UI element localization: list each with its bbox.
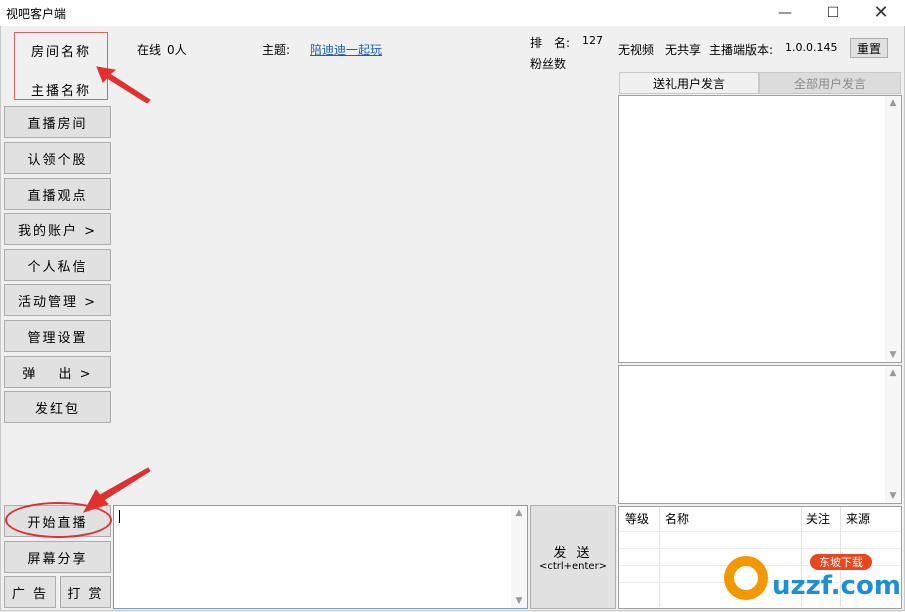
all-messages-panel[interactable]: ▲ ▼ [618,365,902,504]
nav-button-management-settings[interactable]: 管理设置 [4,320,111,352]
window-title: 视吧客户端 [6,7,67,21]
send-label: 发 送 [553,546,593,561]
room-name[interactable]: 房间名称 [15,41,107,60]
share-status: 无共享 [665,43,702,57]
room-info-box: 房间名称 主播名称 [14,32,108,100]
col-header-name[interactable]: 名称 [665,510,689,527]
svg-text:东坡下载: 东坡下载 [819,556,863,569]
minimize-icon[interactable]: — [762,0,808,26]
scrollbar[interactable]: ▲ ▼ [885,366,901,503]
col-header-source[interactable]: 来源 [846,510,870,527]
nav-button-my-account[interactable]: 我的账户 > [4,213,111,245]
send-shortcut: <ctrl+enter> [538,561,608,572]
video-status: 无视频 [618,43,655,57]
annotation-arrow-bottom [82,467,151,513]
send-button[interactable]: 发 送 <ctrl+enter> [530,505,616,609]
host-name[interactable]: 主播名称 [15,80,107,99]
maximize-icon[interactable]: ☐ [810,0,856,26]
scrollbar[interactable]: ▲ ▼ [885,96,901,362]
scroll-down-icon[interactable]: ▼ [885,489,901,503]
online-label: 在线 [137,43,162,57]
tab-all-users[interactable]: 全部用户发言 [759,72,901,94]
message-input[interactable]: ▲ ▼ [113,505,528,609]
host-version-value: 1.0.0.145 [785,41,838,54]
fans-label: 粉丝数 [530,57,567,71]
nav-button-claim-stock[interactable]: 认领个股 [4,142,111,174]
nav-button-popout[interactable]: 弹 出 > [4,356,111,388]
scroll-up-icon[interactable]: ▲ [885,96,901,110]
topic-label: 主题: [262,43,291,57]
ads-button[interactable]: 广 告 [4,576,56,608]
nav-button-red-packet[interactable]: 发红包 [4,391,111,423]
nav-button-event-management[interactable]: 活动管理 > [4,284,111,316]
col-header-level[interactable]: 等级 [625,510,649,527]
title-bar: 视吧客户端 — ☐ ✕ [0,0,905,27]
reset-button[interactable]: 重置 [850,38,888,58]
tab-gift-users[interactable]: 送礼用户发言 [619,72,759,94]
scroll-up-icon[interactable]: ▲ [511,506,527,520]
nav-button-live-views[interactable]: 直播观点 [4,178,111,210]
nav-button-live-room[interactable]: 直播房间 [4,106,111,138]
rank-label: 排 名: [530,36,571,50]
nav-button-private-messages[interactable]: 个人私信 [4,249,111,281]
col-header-follow[interactable]: 关注 [806,510,830,527]
row-divider [619,531,901,532]
host-version-label: 主播端版本: [709,43,774,57]
online-count: 0人 [167,43,187,57]
watermark-logo: 东坡下载 uzzf.com [724,554,900,601]
annotation-arrow-top [96,66,151,104]
scroll-down-icon[interactable]: ▼ [885,348,901,362]
scrollbar[interactable]: ▲ ▼ [511,506,527,608]
svg-text:uzzf.com: uzzf.com [772,571,900,601]
scroll-up-icon[interactable]: ▲ [885,366,901,380]
gift-messages-panel[interactable]: ▲ ▼ [618,95,902,363]
close-icon[interactable]: ✕ [858,0,904,26]
scroll-down-icon[interactable]: ▼ [511,594,527,608]
reward-button[interactable]: 打 赏 [60,576,111,608]
column-divider [659,507,660,607]
screen-share-button[interactable]: 屏幕分享 [4,541,111,573]
rank-value: 127 [582,34,603,47]
topic-link[interactable]: 陪迪迪一起玩 [310,41,382,58]
